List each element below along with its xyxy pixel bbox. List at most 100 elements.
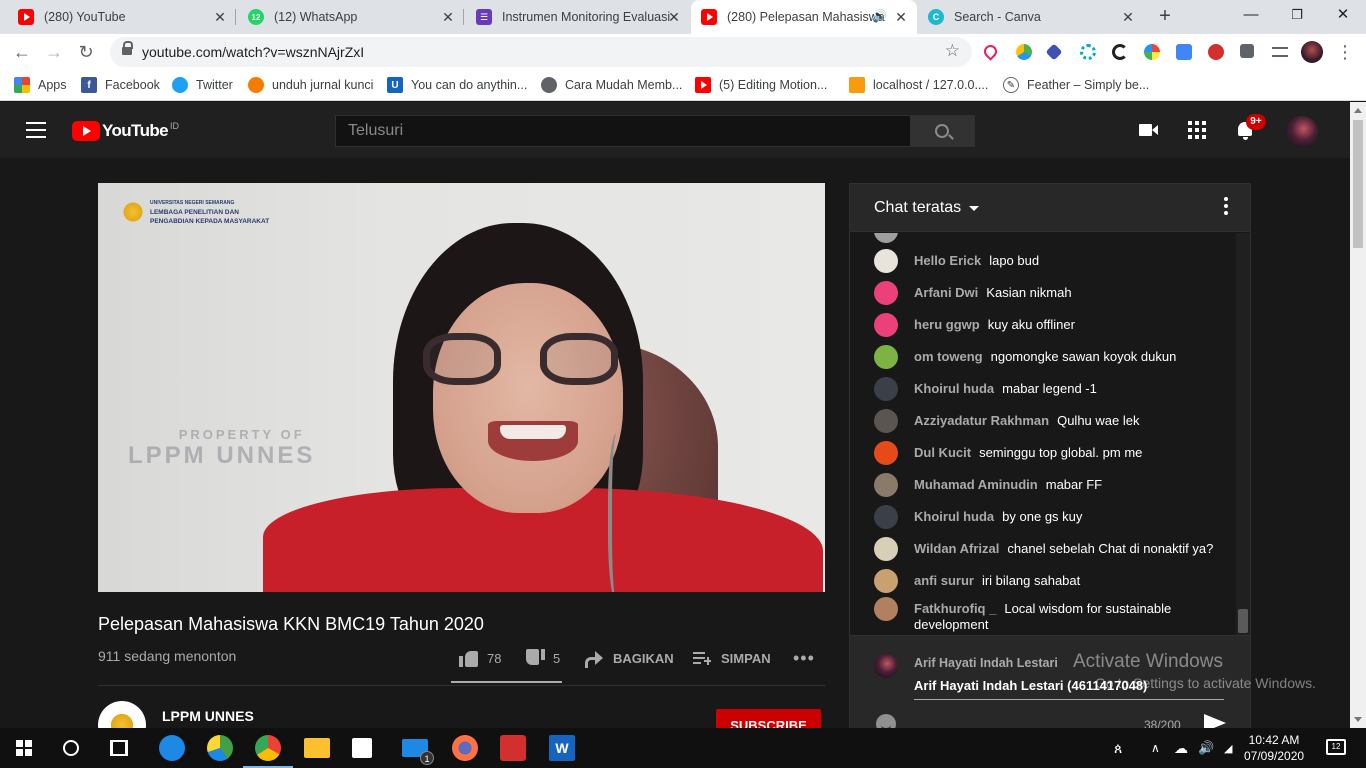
gear-extension-icon[interactable] (1080, 44, 1096, 60)
tab-pelepasan-mahasiswa[interactable]: (280) Pelepasan Mahasiswa 🔊 ✕ (691, 0, 917, 34)
chat-avatar[interactable] (874, 409, 898, 433)
bookmark-unduh-jurnal[interactable]: unduh jurnal kunci (248, 76, 373, 94)
bookmark-editing-motion[interactable]: (5) Editing Motion... (695, 76, 827, 94)
profile-avatar-icon[interactable] (1301, 41, 1323, 63)
apps-grid-icon[interactable] (1185, 118, 1209, 142)
windows-start-icon[interactable] (16, 740, 32, 756)
page-scrollbar-thumb[interactable] (1353, 120, 1363, 248)
chat-avatar[interactable] (874, 249, 898, 273)
chat-avatar[interactable] (874, 473, 898, 497)
channel-name[interactable]: LPPM UNNES (162, 708, 254, 724)
page-scrollbar[interactable] (1350, 102, 1366, 728)
bookmark-apps[interactable]: Apps (14, 76, 67, 94)
url-text[interactable]: youtube.com/watch?v=wsznNAjrZxI (142, 44, 364, 60)
lock-icon[interactable] (122, 41, 133, 57)
chat-author-name[interactable]: Khoirul huda (914, 509, 994, 524)
close-window-button[interactable]: ✕ (1320, 0, 1366, 34)
chat-avatar[interactable] (874, 505, 898, 529)
forward-button[interactable]: → (42, 40, 66, 64)
chat-message[interactable]: Muhamad Aminudin mabar FF (874, 473, 1214, 497)
chat-author-name[interactable]: Khoirul huda (914, 381, 994, 396)
bookmark-twitter[interactable]: Twitter (172, 76, 233, 94)
close-tab-icon[interactable]: ✕ (440, 9, 456, 25)
store-icon[interactable] (352, 738, 372, 758)
chat-message[interactable]: Khoirul huda by one gs kuy (874, 505, 1214, 529)
chat-scrollbar[interactable] (1236, 233, 1250, 635)
close-tab-icon[interactable]: ✕ (212, 9, 228, 25)
chat-avatar[interactable] (874, 345, 898, 369)
dislike-button[interactable]: 5 (525, 641, 560, 675)
firefox-icon[interactable] (452, 735, 478, 761)
people-icon[interactable]: ጰ (1114, 728, 1122, 768)
color-wheel-extension-icon[interactable] (1144, 44, 1160, 60)
network-icon[interactable]: ◢ (1224, 728, 1232, 768)
bookmark-feather[interactable]: ✎ Feather – Simply be... (1003, 76, 1149, 94)
create-video-icon[interactable] (1137, 118, 1161, 142)
bookmark-cara-mudah[interactable]: Cara Mudah Memb... (541, 76, 682, 94)
chat-author-name[interactable]: om toweng (914, 349, 983, 364)
chat-message[interactable]: Wildan Afrizal chanel sebelah Chat di non… (874, 537, 1214, 561)
search-circle-icon[interactable] (63, 740, 79, 756)
chat-message[interactable]: Azziyadatur Rakhman Qulhu wae lek (874, 409, 1214, 433)
tab-whatsapp[interactable]: 12 (12) WhatsApp ✕ (238, 0, 464, 34)
chat-avatar[interactable] (874, 537, 898, 561)
bookmark-star-icon[interactable]: ☆ (945, 41, 960, 61)
chat-author-name[interactable]: anfi surur (914, 573, 974, 588)
chat-message[interactable]: anfi surur iri bilang sahabat (874, 569, 1214, 593)
acrobat-icon[interactable] (500, 735, 526, 761)
google-translate-icon[interactable] (1176, 44, 1192, 60)
tab-instrumen-monitoring[interactable]: ☰ Instrumen Monitoring Evaluasi ✕ (466, 0, 690, 34)
close-tab-icon[interactable]: ✕ (666, 9, 682, 25)
chrome-icon[interactable] (243, 735, 293, 768)
chat-message[interactable]: heru ggwp kuy aku offliner (874, 313, 1214, 337)
search-input[interactable] (336, 116, 910, 146)
chat-mode-dropdown[interactable]: Chat teratas (874, 199, 980, 217)
save-button[interactable]: SIMPAN (693, 641, 771, 675)
chat-author-name[interactable]: Dul Kucit (914, 445, 971, 460)
chat-message[interactable]: Khoirul huda mabar legend -1 (874, 377, 1214, 401)
bookmark-localhost[interactable]: localhost / 127.0.0.... (849, 76, 988, 94)
chat-author-name[interactable]: Muhamad Aminudin (914, 477, 1038, 492)
chat-author-name[interactable]: Azziyadatur Rakhman (914, 413, 1049, 428)
diamond-extension-icon[interactable] (1045, 43, 1063, 61)
task-view-icon[interactable] (110, 740, 128, 756)
chat-message[interactable]: Fatkhurofiq _ Local wisdom for sustainabl… (874, 597, 1214, 633)
globe-extension-icon[interactable] (1016, 44, 1032, 60)
chat-avatar[interactable] (874, 569, 898, 593)
system-clock[interactable]: 10:42 AM 07/09/2020 (1244, 732, 1304, 764)
new-tab-button[interactable]: + (1154, 6, 1176, 28)
back-button[interactable]: ← (10, 40, 34, 64)
show-hidden-icons[interactable]: ∧ (1151, 728, 1160, 768)
speaker-icon[interactable]: 🔊 (872, 9, 887, 23)
media-queue-icon[interactable] (1272, 47, 1288, 57)
account-avatar[interactable] (1286, 116, 1318, 148)
edge-icon[interactable] (159, 735, 185, 761)
action-center-icon[interactable]: 12 (1326, 739, 1346, 755)
tab-canva[interactable]: C Search - Canva ✕ (918, 0, 1144, 34)
chat-avatar[interactable] (874, 441, 898, 465)
earth-app-icon[interactable] (207, 735, 233, 761)
menu-icon[interactable] (26, 122, 46, 138)
youtube-logo[interactable]: YouTube ID (72, 121, 179, 141)
video-player[interactable]: UNIVERSITAS NEGERI SEMARANG LEMBAGA PENE… (98, 183, 825, 592)
chrome-menu-icon[interactable]: ⋮ (1336, 40, 1354, 64)
more-actions-button[interactable]: ••• (793, 641, 815, 675)
sync-extension-icon[interactable] (1112, 44, 1128, 60)
chat-message[interactable]: Hello Erick lapo bud (874, 249, 1214, 273)
like-button[interactable]: 78 (459, 641, 501, 675)
chat-author-name[interactable]: Fatkhurofiq _ (914, 601, 996, 616)
bookmark-facebook[interactable]: f Facebook (81, 76, 160, 94)
puzzle-extensions-icon[interactable] (1240, 44, 1254, 58)
minimize-button[interactable]: — (1228, 0, 1274, 34)
tab-youtube-home[interactable]: (280) YouTube ✕ (8, 0, 236, 34)
address-bar[interactable]: youtube.com/watch?v=wsznNAjrZxI ☆ (110, 37, 972, 67)
share-button[interactable]: BAGIKAN (585, 641, 674, 675)
bookmark-you-can-do[interactable]: U You can do anythin... (387, 76, 527, 94)
close-tab-icon[interactable]: ✕ (1120, 9, 1136, 25)
heart-extension-icon[interactable] (981, 42, 1000, 61)
reload-button[interactable]: ↻ (74, 40, 98, 64)
chat-message[interactable]: Arfani Dwi Kasian nikmah (874, 281, 1214, 305)
chat-author-name[interactable]: Arfani Dwi (914, 285, 978, 300)
chat-author-name[interactable]: Wildan Afrizal (914, 541, 999, 556)
mail-icon[interactable]: 1 (402, 739, 434, 765)
